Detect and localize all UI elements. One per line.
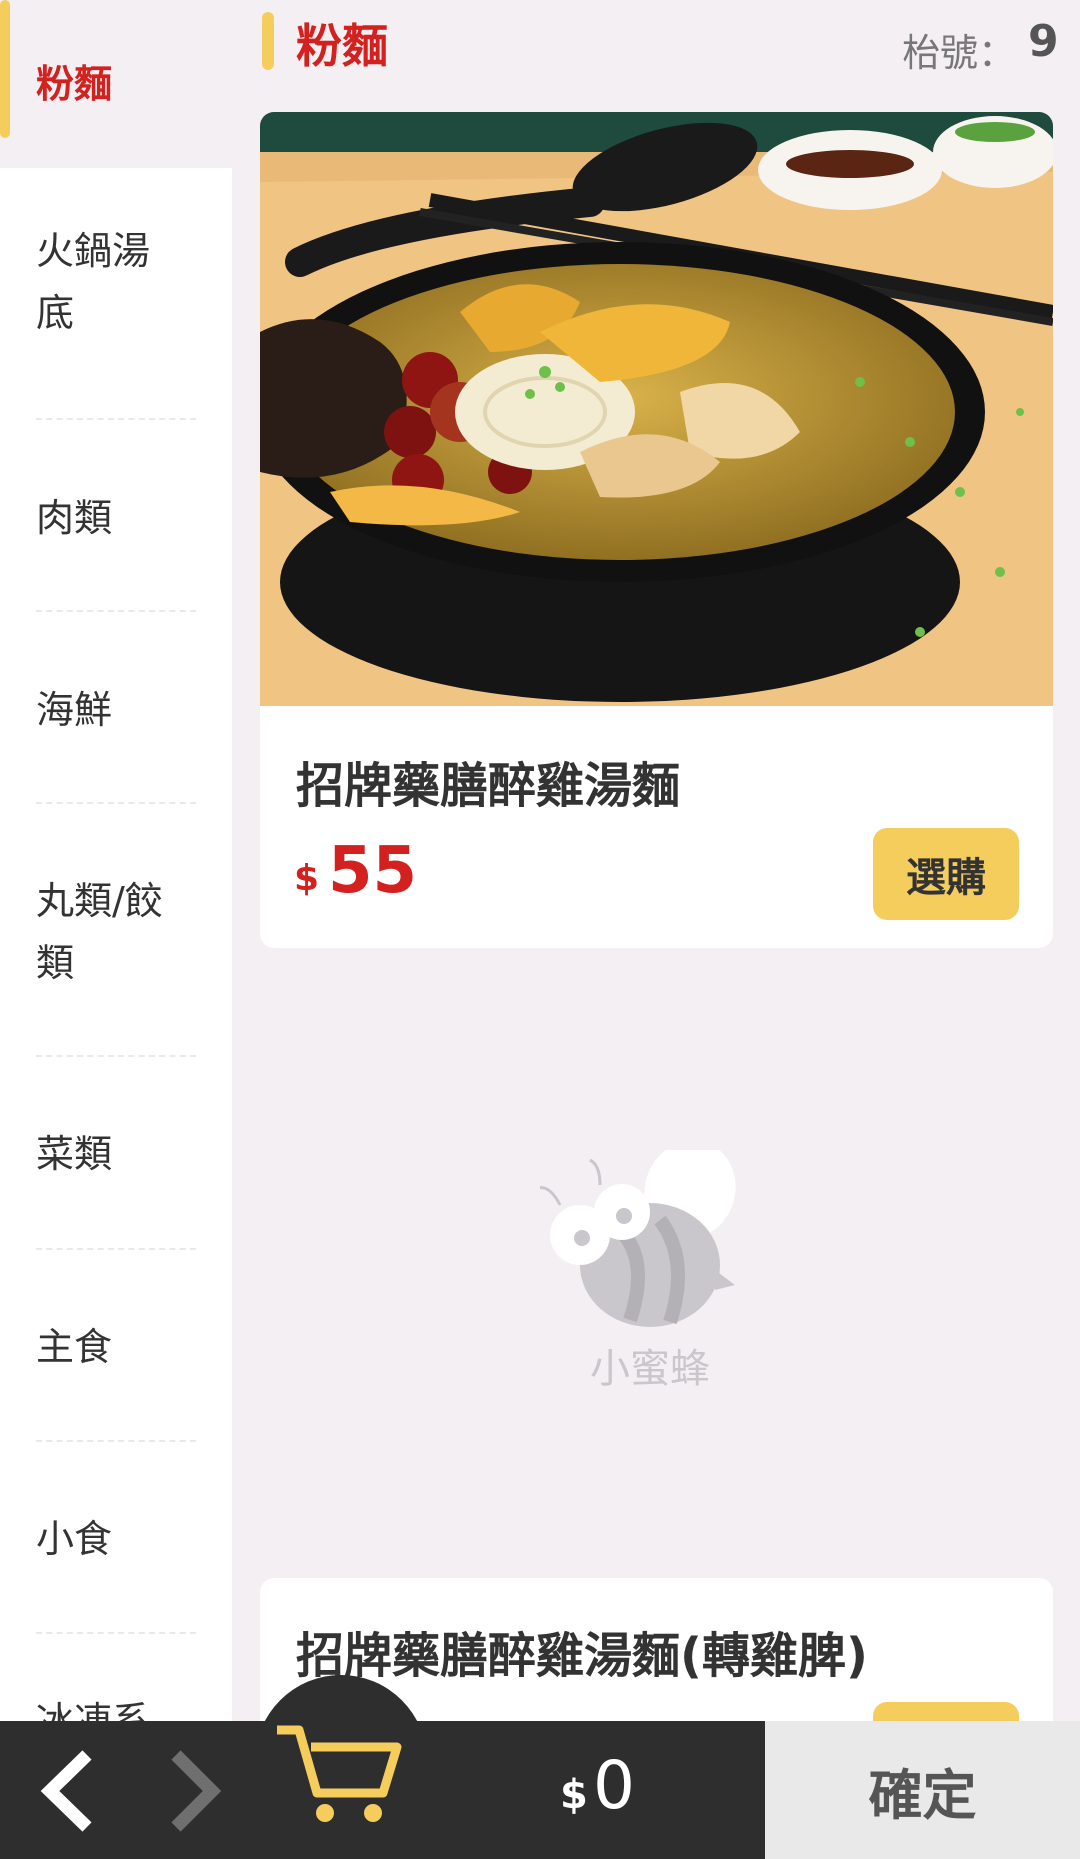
shopping-cart-icon xyxy=(277,1725,402,1822)
sidebar-item-label: 粉麵 xyxy=(36,62,113,106)
sidebar-separator xyxy=(36,418,196,420)
sidebar-item-label: 肉類 xyxy=(36,496,113,540)
sidebar-item-frozen[interactable]: 冰凍系 xyxy=(0,1690,232,1721)
sidebar-item-hotpot-soup-base[interactable]: 火鍋湯 底 xyxy=(0,220,232,344)
cart-total: $ 0 xyxy=(560,1747,635,1824)
table-number-value: 9 xyxy=(1028,16,1059,67)
sidebar-item-label: 冰凍系 xyxy=(36,1699,151,1721)
sidebar-item-label: 丸類/餃 類 xyxy=(36,879,163,985)
total-amount: 0 xyxy=(592,1747,635,1824)
sidebar-separator xyxy=(36,1632,196,1634)
sidebar-item-snacks[interactable]: 小食 xyxy=(0,1508,232,1570)
product-card[interactable]: 招牌藥膳醉雞湯麵 $ 55 選購 xyxy=(260,112,1053,948)
sidebar-separator xyxy=(36,1248,196,1250)
product-photo xyxy=(260,112,1053,706)
sidebar-item-balls-dumplings[interactable]: 丸類/餃 類 xyxy=(0,870,232,994)
total-currency: $ xyxy=(560,1772,588,1818)
sidebar-item-label: 海鮮 xyxy=(36,688,113,732)
sidebar-separator xyxy=(36,610,196,612)
sidebar-separator xyxy=(36,802,196,804)
sidebar-item-label: 火鍋湯 底 xyxy=(36,229,151,335)
table-number-label: 枱號： xyxy=(902,31,1017,75)
price-currency: $ xyxy=(294,858,320,899)
sidebar-item-label: 小食 xyxy=(36,1517,113,1561)
back-arrow-icon[interactable] xyxy=(32,1749,102,1833)
placeholder-logo-text: 小蜜蜂 xyxy=(590,1346,710,1392)
bee-logo-placeholder: 小蜜蜂 xyxy=(540,1150,736,1392)
sidebar-item-noodles[interactable]: 粉麵 xyxy=(0,0,232,168)
sidebar-item-seafood[interactable]: 海鮮 xyxy=(0,679,232,741)
forward-arrow-icon[interactable] xyxy=(160,1749,230,1833)
sidebar-item-vegetables[interactable]: 菜類 xyxy=(0,1123,232,1185)
product-price: 55 xyxy=(328,834,418,908)
select-purchase-button[interactable]: 選購 xyxy=(873,828,1019,920)
category-sidebar: 粉麵 火鍋湯 底 肉類 海鮮 丸類/餃 類 菜類 主食 小食 冰凍系 xyxy=(0,0,232,1721)
sidebar-separator xyxy=(36,1055,196,1057)
product-name: 招牌藥膳醉雞湯麵 xyxy=(296,758,681,814)
sidebar-separator xyxy=(36,1440,196,1442)
cart-button[interactable] xyxy=(255,1675,427,1847)
confirm-button[interactable]: 確定 xyxy=(765,1721,1080,1859)
sidebar-item-meat[interactable]: 肉類 xyxy=(0,487,232,549)
bottom-bar: $ 0 確定 xyxy=(0,1675,1080,1859)
sidebar-item-label: 菜類 xyxy=(36,1132,113,1176)
sidebar-item-staple[interactable]: 主食 xyxy=(0,1316,232,1378)
section-indicator xyxy=(262,12,274,70)
section-title: 粉麵 xyxy=(296,19,388,73)
sidebar-item-label: 主食 xyxy=(36,1325,113,1369)
active-indicator xyxy=(0,0,10,138)
